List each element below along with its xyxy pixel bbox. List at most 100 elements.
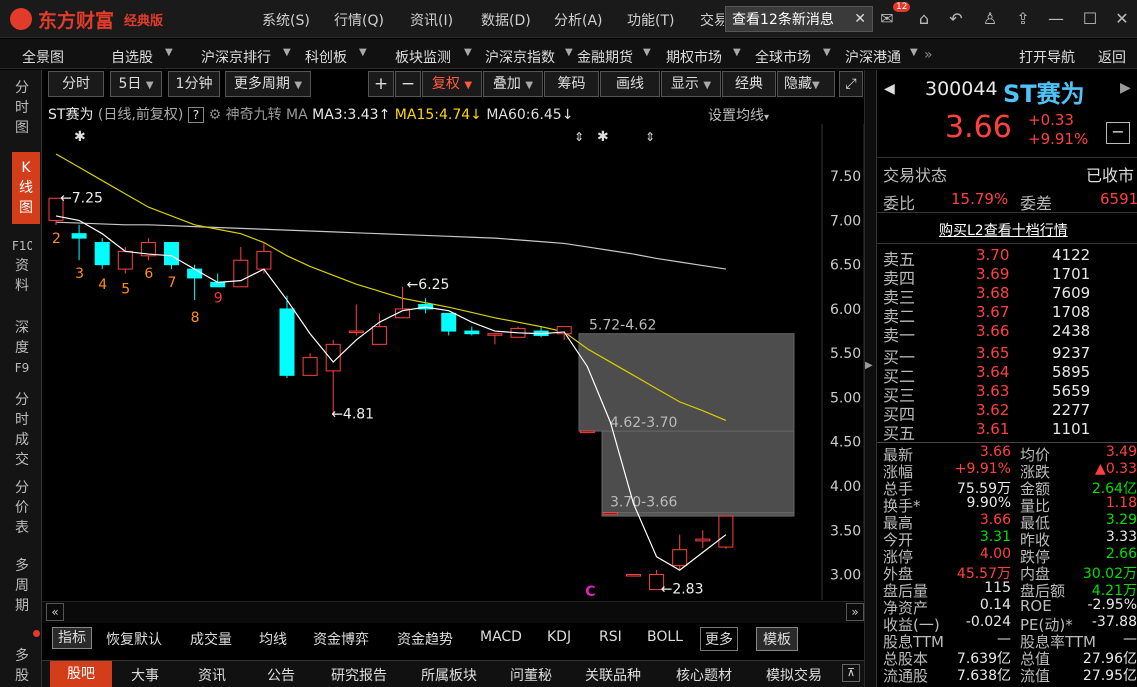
message-notice[interactable]: 查看12条新消息 ✕: [725, 6, 873, 32]
last-price: 3.66: [945, 110, 1012, 145]
period-intraday-button[interactable]: 分时: [48, 71, 104, 97]
volume-indicator[interactable]: 成交量: [190, 629, 232, 649]
sidebar-tab-multi-stock[interactable]: 多股: [12, 646, 32, 686]
chips-button[interactable]: 筹码: [544, 71, 599, 97]
ma-settings-label: 设置均线: [708, 108, 764, 124]
tab-simulated-trade[interactable]: 模拟交易: [766, 665, 822, 685]
more-periods-button[interactable]: 更多周期 ▼: [225, 71, 311, 97]
sidebar-tab-f10[interactable]: F10 资料: [12, 236, 32, 304]
gear-icon[interactable]: ⚙: [209, 107, 222, 123]
magic-nine-toggle[interactable]: 神奇九转: [226, 107, 282, 123]
sidebar-char: 图: [15, 120, 29, 136]
sidebar-tab-depth[interactable]: 深度 F9: [12, 318, 32, 382]
menu-data[interactable]: 数据(D): [481, 10, 531, 30]
back-button[interactable]: 返回: [1098, 47, 1126, 67]
overlay-button[interactable]: 叠加 ▼: [483, 71, 543, 97]
menu-analysis[interactable]: 分析(A): [554, 10, 603, 30]
l2-link[interactable]: 购买L2查看十档行情: [939, 220, 1068, 240]
indicator-tab[interactable]: 指标: [52, 627, 92, 649]
collapse-left-icon[interactable]: ◀: [884, 81, 895, 97]
restore-default-button[interactable]: 恢复默认: [106, 629, 162, 649]
more-icon[interactable]: »: [924, 47, 933, 63]
chart-scrollbar[interactable]: [42, 601, 864, 623]
nav-ranking[interactable]: 沪深京排行: [201, 47, 271, 67]
collapse-right-icon[interactable]: ▶: [865, 360, 873, 371]
stat-value: +9.91%: [954, 461, 1011, 477]
nav-index[interactable]: 沪深京指数: [485, 47, 555, 67]
tab-guba[interactable]: 股吧: [50, 661, 112, 687]
nav-sector-monitor[interactable]: 板块监测: [395, 47, 451, 67]
sidebar-tab-kline[interactable]: K线图: [12, 152, 40, 224]
tab-events[interactable]: 大事: [131, 665, 159, 685]
fund-game-indicator[interactable]: 资金博弈: [313, 629, 369, 649]
sidebar-tab-intraday[interactable]: 分时图: [12, 78, 32, 142]
ma-settings-button[interactable]: 设置均线▾: [708, 105, 769, 125]
kline-chart[interactable]: 5.72-4.62 4.62-3.70 3.70-3.66 ←7.25 ←6.25 ←4…: [42, 124, 864, 600]
ma3-value: MA3:3.43: [312, 107, 379, 123]
nav-panorama[interactable]: 全景图: [22, 47, 64, 67]
sidebar-tab-multi-period[interactable]: 多周期: [12, 556, 32, 620]
adjust-button[interactable]: 复权 ▼: [422, 71, 482, 97]
period-5day-button[interactable]: 5日 ▼: [110, 71, 162, 97]
candle-body: [164, 242, 179, 266]
close-icon[interactable]: ✕: [854, 11, 866, 27]
sidebar-tab-price-table[interactable]: 分价表: [12, 478, 32, 542]
scroll-left-icon[interactable]: «: [46, 603, 64, 621]
nav-futures[interactable]: 金融期货: [577, 47, 633, 67]
ma-indicator[interactable]: 均线: [259, 629, 287, 649]
maximize-icon[interactable]: ☐: [1080, 9, 1100, 29]
sidebar-tab-ticks[interactable]: 分时成交: [12, 390, 32, 472]
fullscreen-icon[interactable]: ⤢: [839, 71, 863, 97]
tab-news[interactable]: 资讯: [198, 665, 226, 685]
menu-quotes[interactable]: 行情(Q): [334, 10, 384, 30]
classic-button[interactable]: 经典: [722, 71, 776, 97]
tab-related[interactable]: 关联品种: [585, 665, 641, 685]
nav-global[interactable]: 全球市场: [755, 47, 811, 67]
share-icon[interactable]: ⇪: [1013, 9, 1033, 29]
tab-announcements[interactable]: 公告: [267, 665, 295, 685]
help-icon[interactable]: ?: [187, 107, 205, 123]
boll-indicator[interactable]: BOLL: [647, 629, 683, 645]
back-icon[interactable]: ↶: [946, 9, 966, 29]
period-1min-button[interactable]: 1分钟: [168, 71, 220, 97]
tab-ask-secretary[interactable]: 问董秘: [510, 665, 552, 685]
fund-trend-indicator[interactable]: 资金趋势: [397, 629, 453, 649]
mail-icon[interactable]: ✉: [877, 9, 897, 29]
tab-themes[interactable]: 核心题材: [676, 665, 732, 685]
candle-body: [71, 233, 87, 239]
more-indicators-button[interactable]: 更多: [700, 627, 738, 651]
menu-system[interactable]: 系统(S): [262, 10, 310, 30]
close-window-icon[interactable]: ✕: [1112, 9, 1132, 29]
kdj-indicator[interactable]: KDJ: [547, 629, 571, 645]
zoom-in-button[interactable]: +: [368, 71, 394, 97]
menu-trade[interactable]: 交易: [700, 10, 724, 30]
nav-star-market[interactable]: 科创板: [305, 47, 347, 67]
ma-toggle[interactable]: MA: [286, 107, 308, 123]
gap-boxes: 5.72-4.62 4.62-3.70 3.70-3.66: [578, 318, 795, 517]
tab-sectors[interactable]: 所属板块: [421, 665, 477, 685]
hide-button[interactable]: 隐藏▼: [777, 71, 835, 97]
nav-connect[interactable]: 沪深港通: [845, 47, 901, 67]
draw-button[interactable]: 画线: [600, 71, 660, 97]
zoom-out-button[interactable]: −: [395, 71, 421, 97]
open-nav-button[interactable]: 打开导航: [1019, 47, 1075, 67]
candle-body: [695, 538, 711, 542]
display-button[interactable]: 显示 ▼: [661, 71, 721, 97]
nav-watchlist[interactable]: 自选股: [111, 47, 153, 67]
remove-watchlist-button[interactable]: −: [1106, 122, 1130, 144]
tab-research[interactable]: 研究报告: [331, 665, 387, 685]
rsi-indicator[interactable]: RSI: [599, 629, 622, 645]
scroll-right-icon[interactable]: »: [846, 603, 864, 621]
menu-functions[interactable]: 功能(T): [627, 10, 674, 30]
home-icon[interactable]: ⌂: [914, 9, 934, 29]
panel-splitter[interactable]: [864, 70, 876, 687]
expand-right-icon[interactable]: ▶: [1120, 80, 1131, 96]
menu-news[interactable]: 资讯(I): [410, 10, 453, 30]
template-button[interactable]: 模板: [756, 627, 798, 651]
skin-icon[interactable]: ♙: [980, 9, 1000, 29]
collapse-icon[interactable]: ⊼: [842, 664, 860, 682]
nav-options[interactable]: 期权市场: [666, 47, 722, 67]
macd-indicator[interactable]: MACD: [480, 629, 522, 645]
minimize-icon[interactable]: —: [1046, 9, 1066, 29]
nine-turn-number: 2: [52, 231, 61, 247]
